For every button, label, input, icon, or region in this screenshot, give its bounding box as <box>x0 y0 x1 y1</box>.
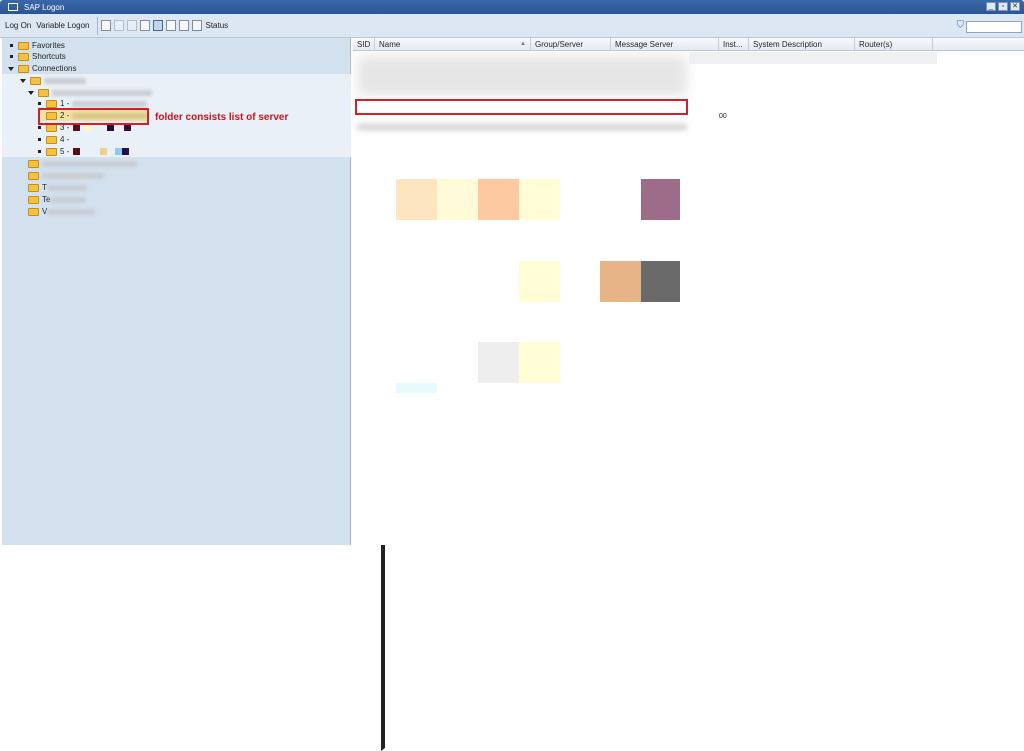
column-name[interactable]: Name ▲ <box>375 38 531 51</box>
tree-item-system[interactable] <box>28 87 152 98</box>
blur-swatch <box>437 179 478 220</box>
column-routers[interactable]: Router(s) <box>855 38 933 51</box>
columns-view-icon[interactable] <box>166 20 177 31</box>
column-group-server[interactable]: Group/Server <box>531 38 611 51</box>
folder-icon <box>28 171 39 180</box>
app-icon <box>8 3 18 11</box>
folder-icon <box>18 52 29 61</box>
window-title: SAP Logon <box>24 2 65 12</box>
close-button[interactable]: ✕ <box>1010 2 1020 11</box>
blur-swatch <box>478 342 519 383</box>
list-view-icon[interactable] <box>140 20 151 31</box>
sort-ascending-icon: ▲ <box>520 41 526 47</box>
blur-swatch <box>519 179 560 220</box>
redacted-label <box>42 172 104 179</box>
tree-group-5[interactable]: V <box>28 206 1024 751</box>
folder-icon <box>46 147 57 156</box>
blur-swatch <box>641 261 680 302</box>
new-entry-icon[interactable] <box>101 20 112 31</box>
tree-label: Te <box>42 195 51 204</box>
column-instance[interactable]: Inst... <box>719 38 749 51</box>
instance-value: 00 <box>719 113 727 120</box>
folder-icon <box>46 99 57 108</box>
highlight-box-row <box>355 99 688 115</box>
folder-open-icon <box>18 64 29 73</box>
redacted-label <box>50 196 86 203</box>
system-list: SID Name ▲ Group/Server Message Server In… <box>353 38 1024 545</box>
tree-group-1[interactable] <box>28 158 1024 703</box>
highlight-box-folder <box>38 108 149 125</box>
search-input[interactable] <box>966 21 1022 33</box>
redacted-label <box>44 77 86 84</box>
redacted-label <box>46 184 87 191</box>
annotation-text: folder consists list of server <box>155 112 289 123</box>
tree-item-connections[interactable]: Connections <box>8 63 76 74</box>
column-message-server[interactable]: Message Server <box>611 38 719 51</box>
details-view-icon[interactable] <box>179 20 190 31</box>
minimize-button[interactable]: _ <box>986 2 996 11</box>
tree-item-sub-4[interactable]: 4 - <box>38 134 69 145</box>
expand-icon[interactable] <box>20 78 26 83</box>
expand-icon[interactable] <box>28 90 34 95</box>
tree-label: Shortcuts <box>32 52 66 61</box>
redacted-label <box>42 160 137 167</box>
edit-icon[interactable] <box>114 20 125 31</box>
tree-item-sub-5[interactable]: 5 - <box>38 146 130 157</box>
redacted-label <box>47 208 96 215</box>
variable-logon-button[interactable]: Variable Logon <box>36 21 89 30</box>
toolbar: Log On Variable Logon Status ⛉ <box>0 14 1024 38</box>
folder-open-icon <box>30 76 41 85</box>
toolbar-separator <box>97 16 99 35</box>
tree-label: 4 - <box>60 135 70 144</box>
column-sid[interactable]: SID <box>353 38 375 51</box>
blur-swatch <box>600 261 641 302</box>
tree-item-shortcuts[interactable]: Shortcuts <box>10 51 66 62</box>
redacted-row <box>357 124 687 130</box>
status-icon[interactable] <box>192 20 203 31</box>
tree-item-global[interactable] <box>20 75 86 86</box>
tree-group-3[interactable]: T <box>28 182 1024 727</box>
redacted-rows <box>357 56 687 96</box>
tree-label: 1 - <box>60 99 70 108</box>
blur-swatch <box>641 179 680 220</box>
tree-label: Connections <box>32 64 77 73</box>
folder-icon <box>28 207 39 216</box>
tree-group-4[interactable]: Te <box>28 194 1024 739</box>
blur-swatch <box>519 261 560 302</box>
delete-icon[interactable] <box>127 20 138 31</box>
restore-button[interactable]: ▫ <box>998 2 1008 11</box>
column-label: Name <box>379 40 401 49</box>
tree-item-favorites[interactable]: Favorites <box>10 40 65 51</box>
tree-view-icon[interactable] <box>153 20 164 31</box>
log-on-button[interactable]: Log On <box>5 21 31 30</box>
expand-icon[interactable] <box>8 66 14 71</box>
folder-icon <box>18 41 29 50</box>
folder-icon <box>28 195 39 204</box>
title-bar: SAP Logon _ ▫ ✕ <box>0 0 1024 14</box>
filter-icon[interactable]: ⛉ <box>957 20 965 31</box>
tree-group-2[interactable] <box>28 170 1024 715</box>
status-button[interactable]: Status <box>205 21 228 30</box>
tree-label: Favorites <box>32 41 65 50</box>
redacted-label <box>52 89 152 96</box>
blur-swatch <box>396 179 437 220</box>
blur-swatch <box>478 179 519 220</box>
folder-open-icon <box>38 88 49 97</box>
folder-icon <box>28 159 39 168</box>
table-header: SID Name ▲ Group/Server Message Server In… <box>353 38 1024 51</box>
blur-swatch <box>519 342 560 383</box>
redacted-label <box>72 100 148 107</box>
folder-icon <box>46 135 57 144</box>
folder-icon <box>28 183 39 192</box>
column-system-description[interactable]: System Description <box>749 38 855 51</box>
blur-swatch <box>396 383 437 393</box>
tree-label: 5 - <box>60 147 70 156</box>
table-row <box>689 52 937 64</box>
